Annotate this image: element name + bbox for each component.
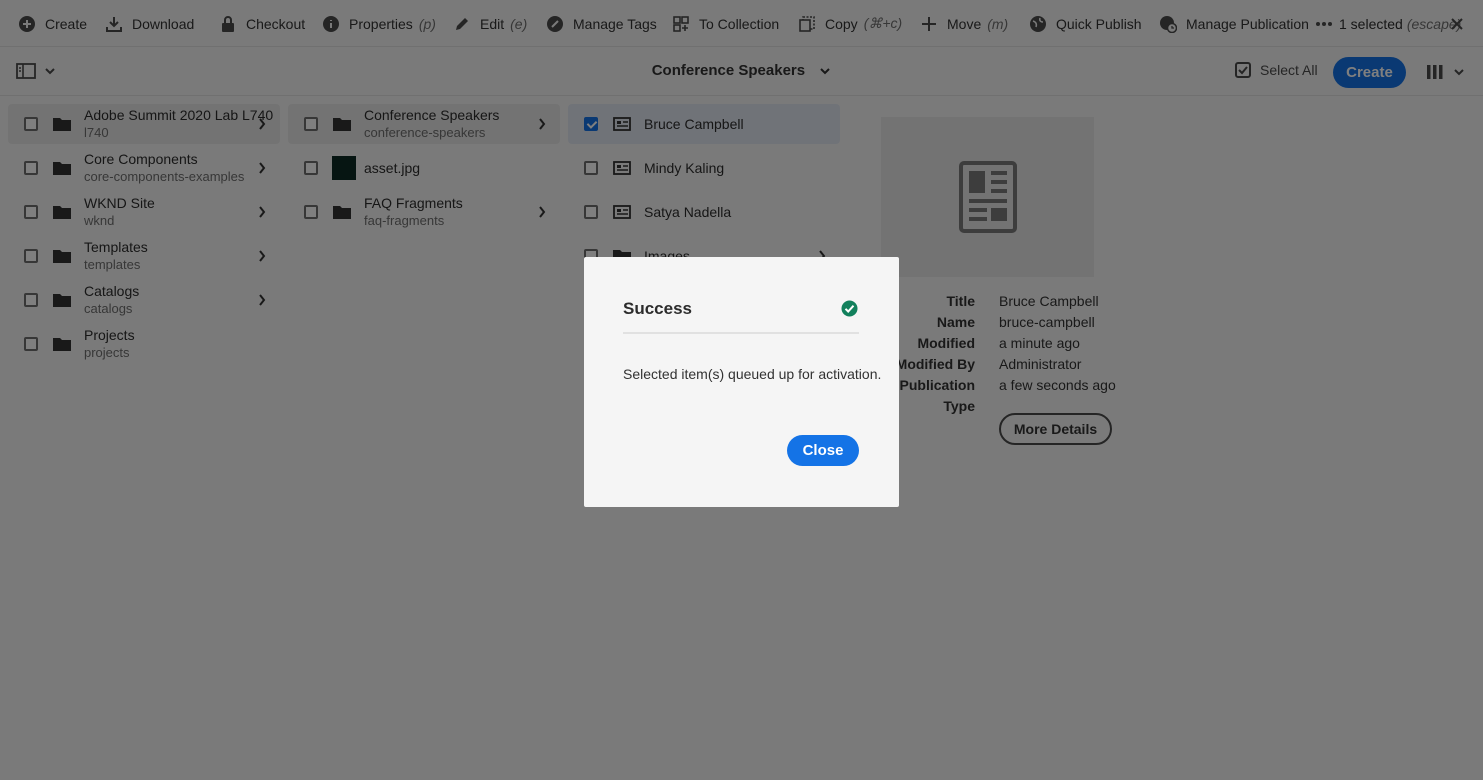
dialog-message: Selected item(s) queued up for activatio… — [623, 366, 882, 382]
dialog-divider — [623, 332, 859, 334]
close-button[interactable]: Close — [787, 435, 859, 466]
success-dialog: Success Selected item(s) queued up for a… — [584, 257, 899, 507]
success-check-icon — [841, 300, 858, 317]
dialog-title: Success — [623, 299, 692, 318]
